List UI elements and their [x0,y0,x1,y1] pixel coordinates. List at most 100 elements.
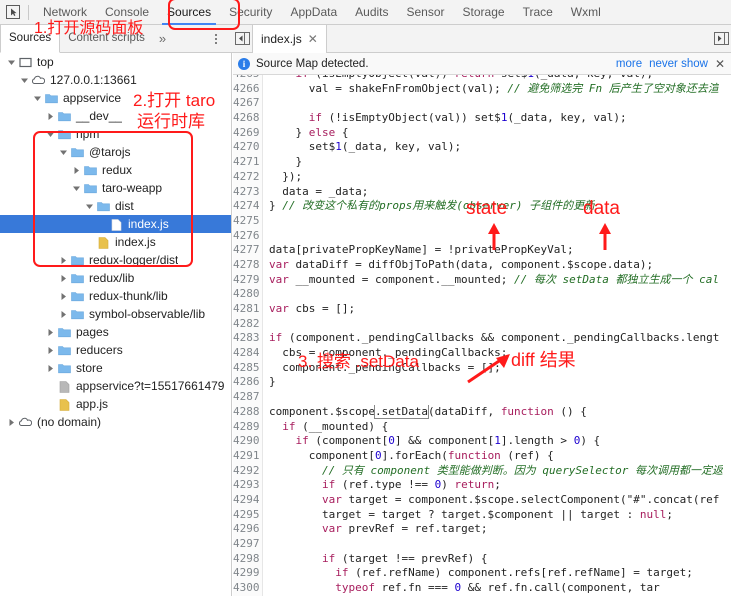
code-text[interactable]: }); [263,170,302,185]
code-text[interactable]: } [263,375,276,390]
chevron-right-icon[interactable] [6,413,17,431]
code-line[interactable]: 4285 component._pendingCallbacks = []; [233,360,731,376]
tree-row[interactable]: redux [0,161,231,179]
chevron-right-icon[interactable] [45,107,56,125]
code-text[interactable]: typeof ref.fn === 0 && ref.fn.call(compo… [263,581,660,596]
tree-row[interactable]: npm [0,125,231,143]
code-line[interactable]: 4267 [233,96,731,112]
code-text[interactable]: if (isEmptyObject(val)) return set$1(_da… [263,75,654,82]
code-line[interactable]: 4295 target = target ? target.$component… [233,507,731,523]
code-text[interactable]: if (target !== prevRef) { [263,552,488,567]
kebab-menu-icon[interactable] [209,30,223,48]
subtabs-overflow-button[interactable]: » [153,31,172,46]
tree-row[interactable]: top [0,53,231,71]
code-line[interactable]: 4279 var __mounted = component.__mounted;… [233,272,731,288]
chevron-down-icon[interactable] [84,197,95,215]
panel-tab-audits[interactable]: Audits [346,0,397,25]
code-line[interactable]: 4271 } [233,155,731,170]
chevron-down-icon[interactable] [58,143,69,161]
code-line[interactable]: 4296 var prevRef = ref.target; [233,522,731,537]
panel-expand-right-icon[interactable] [711,25,731,53]
code-line[interactable]: 4290 if (component[0] && component[1].le… [233,434,731,449]
code-line[interactable]: 4266 val = shakeFnFromObject(val); // 避免… [233,81,731,97]
code-line[interactable]: 4265 if (isEmptyObject(val)) return set$… [233,75,731,82]
code-text[interactable]: } [263,155,302,170]
code-text[interactable]: var target = component.$scope.selectComp… [263,493,719,508]
chevron-down-icon[interactable] [32,89,43,107]
chevron-right-icon[interactable] [58,305,69,323]
code-text[interactable]: component[0].forEach(function (ref) { [263,449,554,464]
tree-row[interactable]: (no domain) [0,413,231,431]
code-line[interactable]: 4288 component.$scope.setData(dataDiff, f… [233,404,731,420]
code-line[interactable]: 4297 [233,537,731,552]
tree-row[interactable]: index.js [0,233,231,251]
code-line[interactable]: 4278 var dataDiff = diffObjToPath(data, c… [233,257,731,273]
tree-row[interactable]: 127.0.0.1:13661 [0,71,231,89]
file-tab-index-js[interactable]: index.js ✕ [252,24,327,53]
code-text[interactable] [263,214,269,229]
tree-row[interactable]: index.js [0,215,231,233]
tree-row[interactable]: appservice?t=15517661479 [0,377,231,395]
code-text[interactable]: var prevRef = ref.target; [263,522,488,537]
code-text[interactable]: cbs = component._pendingCallbacks; [263,346,507,361]
tree-row[interactable]: dist [0,197,231,215]
code-line[interactable]: 4283 if (component._pendingCallbacks && c… [233,331,731,347]
code-text[interactable]: val = shakeFnFromObject(val); // 避免筛选完 F… [263,82,719,97]
code-line[interactable]: 4282 [233,316,731,332]
code-text[interactable]: if (component[0] && component[1].length … [263,434,601,449]
tree-row[interactable]: taro-weapp [0,179,231,197]
code-text[interactable]: var __mounted = component.__mounted; // … [263,273,719,288]
tree-row[interactable]: redux-thunk/lib [0,287,231,305]
tree-row[interactable]: @tarojs [0,143,231,161]
code-line[interactable]: 4270 set$1(_data, key, val); [233,140,731,156]
panel-tab-security[interactable]: Security [220,0,281,25]
panel-tab-network[interactable]: Network [34,0,96,25]
tree-row[interactable]: redux/lib [0,269,231,287]
code-text[interactable]: data[privatePropKeyName] = !privatePropK… [263,243,574,258]
tree-row[interactable]: reducers [0,341,231,359]
subtab-sources[interactable]: Sources [0,24,61,53]
code-text[interactable]: var cbs = []; [263,302,355,317]
panel-collapse-left-icon[interactable] [232,25,252,53]
code-line[interactable]: 4281 var cbs = []; [233,302,731,317]
code-text[interactable] [263,96,269,111]
chevron-right-icon[interactable] [45,359,56,377]
code-text[interactable] [263,317,269,332]
code-line[interactable]: 4298 if (target !== prevRef) { [233,551,731,567]
tree-row[interactable]: appservice [0,89,231,107]
code-line[interactable]: 4273 data = _data; [233,184,731,200]
inspect-element-button[interactable] [0,0,26,25]
chevron-right-icon[interactable] [58,287,69,305]
code-text[interactable]: // 只有 component 类型能做判断。因为 querySelector … [263,464,723,479]
tree-row[interactable]: app.js [0,395,231,413]
chevron-down-icon[interactable] [45,125,56,143]
code-line[interactable]: 4272 }); [233,169,731,185]
code-line[interactable]: 4277 data[privatePropKeyName] = !privateP… [233,243,731,258]
panel-tab-appdata[interactable]: AppData [281,0,346,25]
infobar-more-link[interactable]: more [616,58,642,70]
code-text[interactable]: if (__mounted) { [263,420,388,435]
code-text[interactable]: target = target ? target.$component || t… [263,508,673,523]
code-text[interactable]: } // 改变这个私有的props用来触发(observer) 子组件的更新 [263,199,595,214]
code-text[interactable]: } else { [263,126,348,141]
close-icon[interactable]: ✕ [308,33,318,45]
code-text[interactable] [263,287,269,302]
code-text[interactable]: component.$scope.setData(dataDiff, funct… [263,404,587,420]
code-text[interactable]: component._pendingCallbacks = []; [263,361,501,376]
code-text[interactable] [263,537,269,552]
subtab-content-scripts[interactable]: Content scripts [60,25,153,52]
code-line[interactable]: 4269 } else { [233,125,731,141]
tree-row[interactable]: __dev__ [0,107,231,125]
code-line[interactable]: 4289 if (__mounted) { [233,419,731,435]
code-text[interactable]: if (component._pendingCallbacks && compo… [263,331,719,346]
code-text[interactable]: var dataDiff = diffObjToPath(data, compo… [263,258,653,273]
code-line[interactable]: 4300 typeof ref.fn === 0 && ref.fn.call(… [233,581,731,596]
tree-row[interactable]: pages [0,323,231,341]
tree-row[interactable]: redux-logger/dist [0,251,231,269]
close-icon[interactable]: ✕ [715,57,725,71]
code-line[interactable]: 4276 [233,228,731,244]
code-text[interactable]: if (!isEmptyObject(val)) set$1(_data, ke… [263,111,627,126]
tree-row[interactable]: symbol-observable/lib [0,305,231,323]
panel-tab-storage[interactable]: Storage [454,0,514,25]
code-line[interactable]: 4268 if (!isEmptyObject(val)) set$1(_dat… [233,111,731,126]
